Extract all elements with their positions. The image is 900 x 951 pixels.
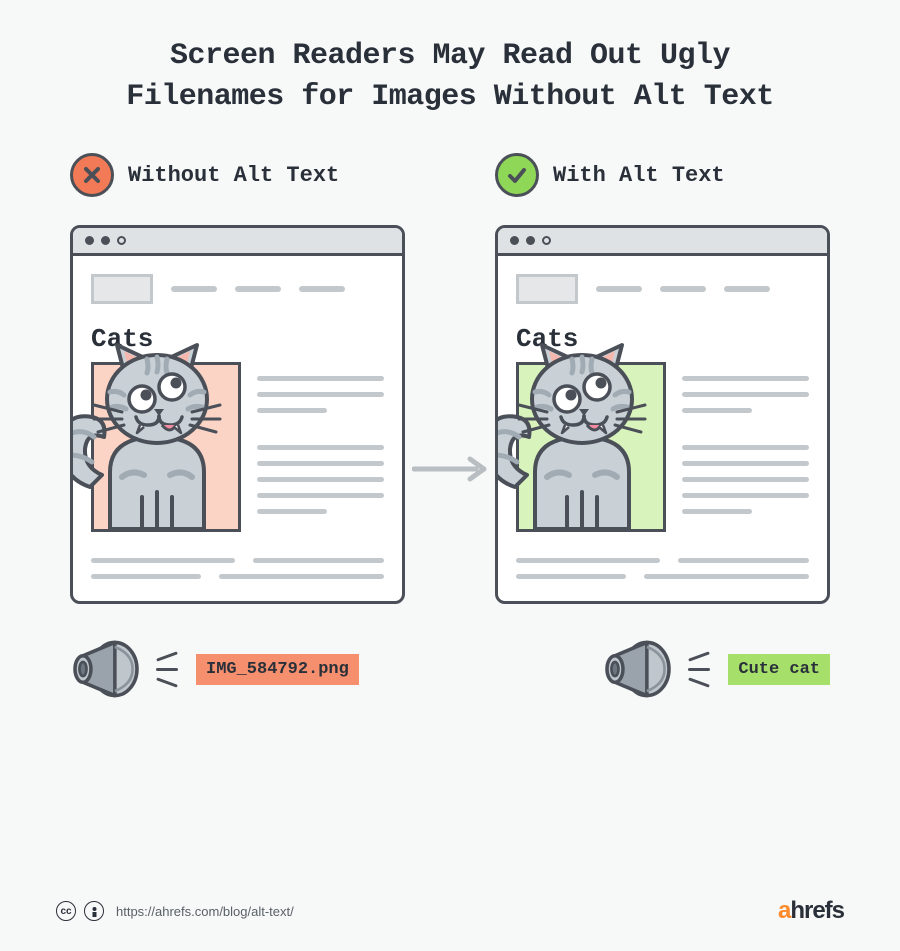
attribution: cc https://ahrefs.com/blog/alt-text/ xyxy=(56,901,294,921)
panel-without-alt: Without Alt Text Cats xyxy=(70,153,405,604)
ahrefs-logo: ahrefs xyxy=(778,897,844,925)
sound-waves-icon xyxy=(156,655,178,684)
nav-placeholder xyxy=(171,286,384,292)
logo-placeholder xyxy=(516,274,578,304)
check-icon xyxy=(495,153,539,197)
panel-label-without: Without Alt Text xyxy=(128,163,339,188)
speaker-icon xyxy=(602,638,674,700)
text-placeholder xyxy=(257,362,384,514)
x-icon xyxy=(70,153,114,197)
attribution-icon xyxy=(84,901,104,921)
browser-window-left: Cats xyxy=(70,225,405,604)
text-placeholder xyxy=(682,362,809,514)
screen-reader-output-good: Cute cat xyxy=(602,638,830,700)
image-without-alt xyxy=(91,362,241,532)
window-titlebar xyxy=(498,228,827,256)
window-titlebar xyxy=(73,228,402,256)
cat-illustration xyxy=(495,337,687,532)
diagram-title: Screen Readers May Read Out Ugly Filenam… xyxy=(0,0,900,117)
image-with-alt xyxy=(516,362,666,532)
text-placeholder-bottom xyxy=(516,558,809,579)
speaker-icon xyxy=(70,638,142,700)
cat-illustration xyxy=(70,337,262,532)
sound-waves-icon xyxy=(688,655,710,684)
screen-reader-output-bad: IMG_584792.png xyxy=(70,638,359,700)
logo-placeholder xyxy=(91,274,153,304)
nav-placeholder xyxy=(596,286,809,292)
browser-window-right: Cats xyxy=(495,225,830,604)
source-url: https://ahrefs.com/blog/alt-text/ xyxy=(116,904,294,919)
readout-filename: IMG_584792.png xyxy=(196,654,359,685)
arrow-icon xyxy=(412,455,488,483)
panel-with-alt: With Alt Text Cats xyxy=(495,153,830,604)
cc-icon: cc xyxy=(56,901,76,921)
panel-label-with: With Alt Text xyxy=(553,163,725,188)
text-placeholder-bottom xyxy=(91,558,384,579)
readout-alt-text: Cute cat xyxy=(728,654,830,685)
